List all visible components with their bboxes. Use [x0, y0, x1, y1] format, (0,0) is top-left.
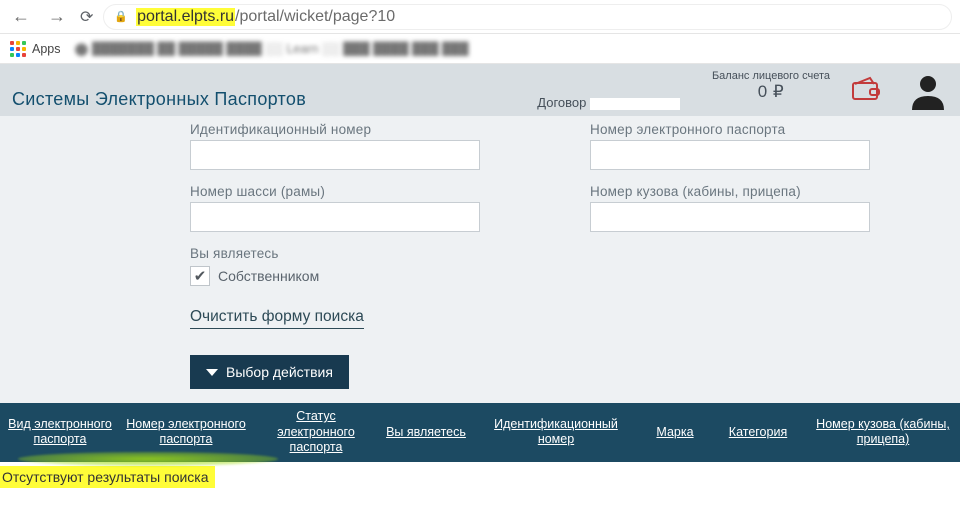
contract-redacted	[590, 98, 680, 110]
th-category[interactable]: Категория	[710, 425, 806, 441]
input-body[interactable]	[590, 202, 870, 232]
apps-label: Apps	[32, 42, 61, 56]
account-balance: Баланс лицевого счета 0 ₽	[712, 70, 830, 102]
chevron-down-icon	[206, 369, 218, 376]
label-body: Номер кузова (кабины, прицепа)	[590, 184, 870, 199]
input-epass-number[interactable]	[590, 140, 870, 170]
field-epass-number: Номер электронного паспорта	[590, 122, 870, 170]
address-bar[interactable]: 🔒 portal.elpts.ru/portal/wicket/page?10	[103, 4, 952, 30]
checkbox-owner[interactable]: ✔	[190, 266, 210, 286]
bookmark-item[interactable]: ⬤ ███████ ██ █████ ████ ░░ Learn ░░ ███ …	[75, 41, 469, 56]
balance-value: 0 ₽	[712, 82, 830, 102]
table-header-row: Вид электронного паспорта Номер электрон…	[0, 403, 960, 462]
checkbox-owner-label: Собственником	[218, 268, 319, 284]
th-status[interactable]: Статус электронного паспорта	[252, 409, 380, 456]
action-bar: Выбор действия	[0, 355, 960, 389]
th-brand[interactable]: Марка	[640, 425, 710, 441]
label-you-are: Вы являетесь	[190, 246, 480, 261]
apps-icon	[10, 41, 26, 57]
field-you-are: Вы являетесь ✔ Собственником	[190, 246, 480, 286]
check-icon: ✔	[194, 267, 207, 285]
label-id-number: Идентификационный номер	[190, 122, 480, 137]
results-table: Вид электронного паспорта Номер электрон…	[0, 403, 960, 462]
field-body: Номер кузова (кабины, прицепа)	[590, 184, 870, 232]
lock-icon: 🔒	[114, 10, 128, 23]
apps-button[interactable]: Apps	[10, 41, 61, 57]
field-chassis: Номер шасси (рамы)	[190, 184, 480, 232]
wallet-icon[interactable]	[852, 76, 882, 107]
page-body: Идентификационный номер Номер электронно…	[0, 116, 960, 403]
label-epass-number: Номер электронного паспорта	[590, 122, 870, 137]
choose-action-label: Выбор действия	[226, 364, 333, 380]
results-body: Отсутствуют результаты поиска	[0, 462, 960, 492]
search-form: Идентификационный номер Номер электронно…	[0, 116, 960, 347]
back-button[interactable]: ←	[8, 4, 34, 29]
th-id[interactable]: Идентификационный номер	[472, 417, 640, 448]
site-header: Системы Электронных Паспортов Договор Ба…	[0, 64, 960, 116]
forward-button[interactable]: →	[44, 4, 70, 29]
label-chassis: Номер шасси (рамы)	[190, 184, 480, 199]
contract-label: Договор	[537, 95, 680, 110]
th-you-are[interactable]: Вы являетесь	[380, 425, 472, 441]
site-title: Системы Электронных Паспортов	[12, 89, 306, 110]
profile-avatar[interactable]	[908, 70, 948, 115]
choose-action-button[interactable]: Выбор действия	[190, 355, 349, 389]
clear-form-link[interactable]: Очистить форму поиска	[190, 308, 364, 329]
browser-toolbar: ← → ⟳ 🔒 portal.elpts.ru/portal/wicket/pa…	[0, 0, 960, 34]
th-body-number[interactable]: Номер кузова (кабины, прицепа)	[806, 417, 960, 448]
field-id-number: Идентификационный номер	[190, 122, 480, 170]
balance-label: Баланс лицевого счета	[712, 70, 830, 82]
url-path: /portal/wicket/page?10	[235, 8, 395, 26]
input-id-number[interactable]	[190, 140, 480, 170]
th-kind[interactable]: Вид электронного паспорта	[0, 417, 120, 448]
reload-button[interactable]: ⟳	[80, 7, 93, 27]
bookmarks-bar: Apps ⬤ ███████ ██ █████ ████ ░░ Learn ░░…	[0, 34, 960, 64]
no-results-message: Отсутствуют результаты поиска	[0, 466, 215, 488]
url-host: portal.elpts.ru	[136, 8, 235, 26]
input-chassis[interactable]	[190, 202, 480, 232]
th-number[interactable]: Номер электронного паспорта	[120, 417, 252, 448]
